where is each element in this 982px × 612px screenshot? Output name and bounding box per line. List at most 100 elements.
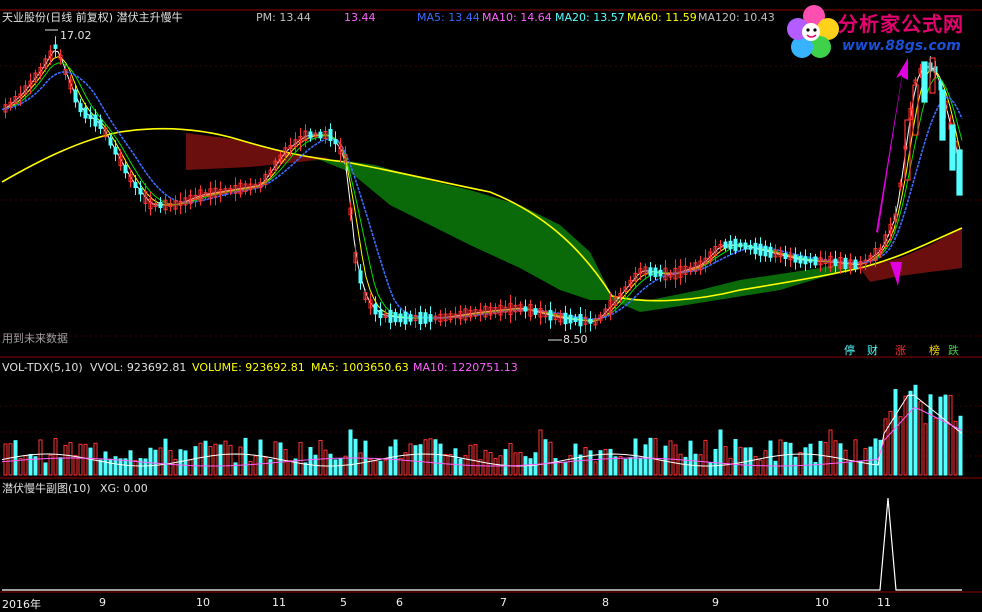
volume-bar — [423, 439, 428, 476]
volume-bar — [648, 437, 653, 476]
volume-bar — [658, 459, 663, 476]
volume-bar — [433, 439, 438, 476]
volume-bar — [438, 443, 443, 476]
volume-indicator-name[interactable]: VOL-TDX(5,10) — [2, 361, 83, 374]
volume-bar — [643, 444, 648, 476]
volume-bar — [628, 457, 633, 476]
uptrend-arrow-icon — [876, 58, 908, 233]
volume-bar — [458, 458, 463, 476]
volume-bar — [803, 447, 808, 476]
candlestick — [813, 256, 818, 266]
pm-value: 13.44 — [344, 11, 376, 24]
x-axis-label: 8 — [602, 596, 609, 609]
future-data-note: 用到未来数据 — [2, 332, 68, 345]
candlestick — [723, 241, 728, 249]
volume-bar — [923, 423, 928, 476]
volume-bar — [613, 456, 618, 476]
volume-bar — [328, 453, 333, 476]
volume-bar — [138, 458, 143, 476]
x-axis-label: 10 — [815, 596, 829, 609]
volume-bar — [373, 460, 378, 476]
volume-bar — [903, 395, 908, 476]
logo-title: 分析家公式网 — [838, 12, 964, 36]
volume-bar — [623, 458, 628, 476]
volume-bar — [203, 440, 208, 476]
volume-bar — [548, 441, 553, 476]
volume-bar — [528, 458, 533, 476]
volume-bar — [453, 448, 458, 476]
candlestick — [78, 103, 83, 113]
volume-bar — [703, 439, 708, 476]
candlestick — [938, 81, 943, 91]
candlestick — [523, 306, 528, 312]
volume-bar — [308, 446, 313, 476]
volume-bar — [298, 442, 303, 476]
volume-bar — [348, 429, 353, 476]
volume-bar — [583, 447, 588, 476]
flower-logo-icon — [787, 5, 839, 58]
badge-ranking[interactable]: 榜 — [929, 344, 940, 357]
high-price-label: 17.02 — [60, 29, 92, 42]
volume-bar — [28, 453, 33, 476]
badge-rise[interactable]: 涨 — [895, 344, 906, 357]
volume-bar — [543, 439, 548, 476]
volume-bar — [193, 446, 198, 476]
candlestick — [158, 202, 163, 208]
volume-bar — [783, 441, 788, 476]
volume-bar — [863, 448, 868, 476]
pm-label: PM: 13.44 — [256, 11, 311, 24]
volume-bar — [773, 460, 778, 476]
volume-bar — [143, 458, 148, 476]
indicator-name[interactable]: 潜伏慢牛副图(10) — [2, 482, 91, 495]
candlestick — [653, 267, 658, 278]
volume-value: VOLUME: 923692.81 — [192, 361, 305, 374]
volume-bar — [218, 444, 223, 476]
candlestick — [318, 131, 323, 139]
candlestick — [398, 313, 403, 323]
volume-bar — [213, 443, 218, 476]
ma60-value: MA60: 11.59 — [627, 11, 697, 24]
volume-bar — [198, 442, 203, 476]
badge-finance[interactable]: 财 — [867, 344, 878, 357]
volume-bar — [318, 439, 323, 476]
volume-bar — [693, 453, 698, 476]
volume-bar — [578, 454, 583, 476]
candlestick — [358, 270, 363, 284]
candlestick — [768, 246, 773, 258]
volume-bar — [818, 440, 823, 476]
volume-bar — [178, 449, 183, 476]
volume-bar — [68, 442, 73, 476]
candlestick — [423, 312, 428, 324]
x-axis-label: 11 — [877, 596, 891, 609]
volume-bar — [188, 459, 193, 476]
volume-bar — [593, 461, 598, 476]
volume-bar — [633, 438, 638, 476]
candlestick — [728, 240, 733, 250]
volume-bar — [118, 458, 123, 476]
ma120-value: MA120: 10.43 — [698, 11, 775, 24]
volume-bar — [158, 447, 163, 476]
badge-fall[interactable]: 跌 — [948, 344, 959, 357]
xg-value: XG: 0.00 — [100, 482, 148, 495]
candlestick — [333, 139, 338, 145]
volume-bar — [388, 446, 393, 476]
stock-chart-canvas[interactable] — [0, 0, 982, 610]
volume-bar — [173, 458, 178, 476]
logo-url[interactable]: www.88gs.com — [842, 38, 961, 54]
volume-bar — [678, 453, 683, 476]
badge-suspend[interactable]: 停 — [844, 344, 855, 357]
volume-bar — [58, 457, 63, 476]
candlestick — [113, 146, 118, 155]
volume-bar — [738, 446, 743, 476]
candlestick — [548, 310, 553, 321]
volume-bar — [758, 459, 763, 476]
volume-bar — [413, 445, 418, 476]
volume-bar — [653, 438, 658, 476]
volume-bar — [408, 443, 413, 476]
volume-bar — [228, 444, 233, 476]
ma5-value: MA5: 13.44 — [417, 11, 480, 24]
volume-bar — [733, 439, 738, 476]
volume-bar — [208, 446, 213, 476]
candlestick — [758, 243, 763, 256]
volume-bar — [873, 438, 878, 476]
